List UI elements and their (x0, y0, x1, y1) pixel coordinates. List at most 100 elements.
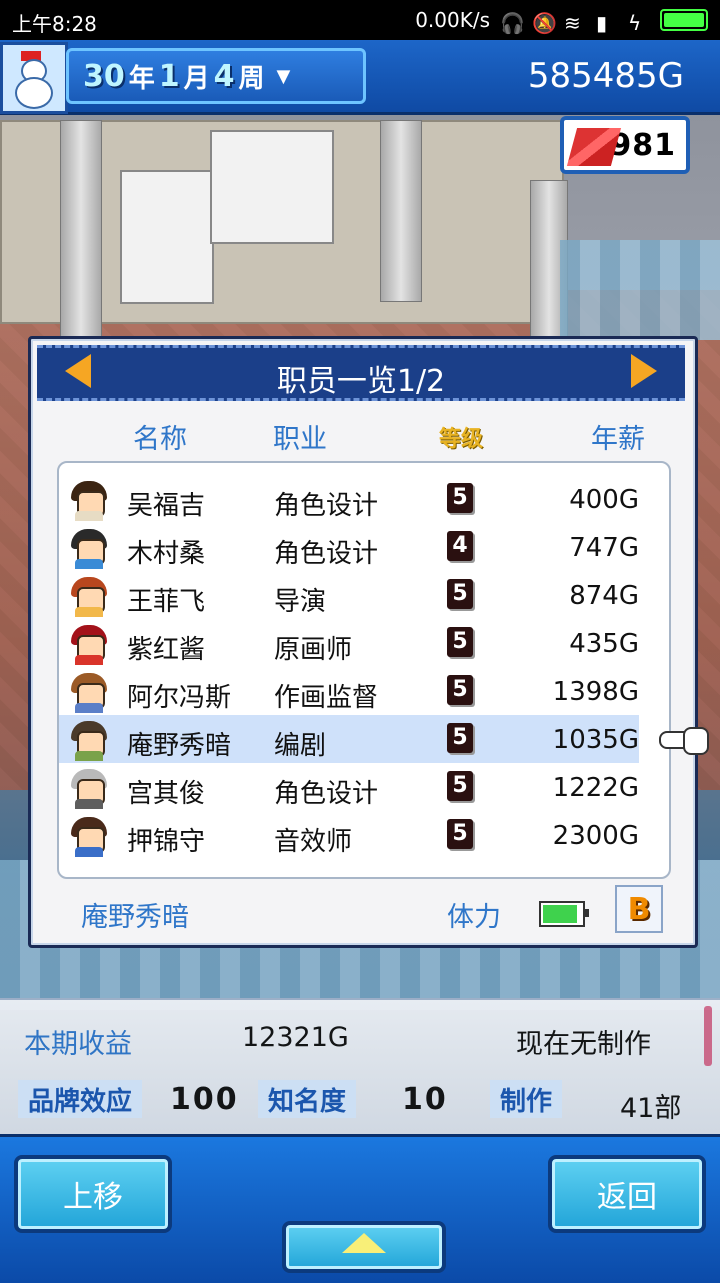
staff-name: 王菲飞 (127, 587, 206, 617)
staff-row[interactable]: 宫其俊 角色设计 5 1222G (59, 763, 639, 811)
staff-grade: 5 (447, 675, 473, 705)
staff-salary: 1035G (552, 725, 639, 755)
staff-name: 紫红酱 (127, 635, 206, 665)
staff-row[interactable]: 吴福吉 角色设计 5 400G (59, 475, 639, 523)
staff-job: 角色设计 (274, 779, 379, 809)
panel-title: 职员一览1/2 (276, 364, 446, 399)
window (560, 240, 720, 340)
year-unit: 年 (128, 63, 155, 94)
brand-label: 品牌效应 (18, 1080, 143, 1118)
staff-avatar (71, 481, 107, 521)
staff-grade: 5 (447, 723, 473, 753)
staff-row[interactable]: 押锦守 音效师 5 2300G (59, 811, 639, 859)
back-button[interactable]: 返回 (548, 1155, 706, 1233)
staff-salary: 874G (569, 581, 639, 611)
pillar (60, 120, 102, 342)
staff-row[interactable]: 庵野秀暗 编剧 5 1035G (59, 715, 709, 763)
ticket-count: 981 (610, 127, 676, 163)
staff-name: 阿尔冯斯 (127, 683, 232, 713)
signal-icon: ▮ (596, 11, 608, 35)
staff-avatar (71, 577, 107, 617)
wifi-icon: ≋ (564, 11, 581, 35)
staff-name: 吴福吉 (127, 491, 206, 521)
staff-list-panel: 职员一览1/2 名称 职业 等级 年薪 吴福吉 角色设计 5 400G 木村桑 角色设计 4… (28, 336, 709, 948)
period-income-label: 本期收益 (24, 1029, 132, 1060)
staff-job: 编剧 (274, 731, 327, 761)
month-value: 1 (158, 58, 180, 94)
status-bar: 上午8:28 0.00K/s 🎧 🔕 ≋ ▮ ϟ (0, 0, 720, 40)
staff-job: 角色设计 (274, 539, 379, 569)
year-value: 30 (83, 58, 125, 94)
staff-salary: 747G (569, 533, 639, 563)
staff-grade: 5 (447, 819, 473, 849)
bookshelf (120, 170, 214, 304)
rank-button[interactable]: B (615, 885, 663, 933)
fame-value: 10 (402, 1082, 448, 1117)
staff-list: 吴福吉 角色设计 5 400G 木村桑 角色设计 4 747G 王菲飞 导演 5 874G 紫红酱 原画师… (57, 461, 709, 879)
staff-name: 宫其俊 (127, 779, 206, 809)
month-unit: 月 (183, 63, 210, 94)
date-display[interactable]: 30 年 1 月 4 周 ▼ (66, 48, 366, 104)
staff-name: 庵野秀暗 (127, 731, 232, 761)
charging-icon: ϟ (628, 11, 642, 35)
staff-row[interactable]: 阿尔冯斯 作画监督 5 1398G (59, 667, 639, 715)
staff-name: 木村桑 (127, 539, 206, 569)
col-job[interactable]: 职业 (273, 417, 327, 456)
next-page-arrow-icon[interactable] (631, 354, 657, 388)
fame-label: 知名度 (258, 1080, 357, 1118)
selected-staff-name: 庵野秀暗 (81, 902, 189, 933)
staff-job: 作画监督 (274, 683, 379, 713)
week-value: 4 (213, 58, 235, 94)
expand-menu-button[interactable] (282, 1221, 446, 1273)
production-count: 41部 (620, 1093, 682, 1124)
status-time: 上午8:28 (12, 12, 97, 36)
battery-icon (660, 9, 708, 31)
staff-grade: 5 (447, 771, 473, 801)
stamina-fill (543, 905, 577, 923)
staff-name: 押锦守 (127, 827, 206, 857)
staff-job: 原画师 (274, 635, 353, 665)
staff-job: 音效师 (274, 827, 353, 857)
staff-row[interactable]: 王菲飞 导演 5 874G (59, 571, 639, 619)
bookshelf (210, 130, 334, 244)
staff-row[interactable]: 紫红酱 原画师 5 435G (59, 619, 639, 667)
period-income-value: 12321G (242, 1022, 349, 1053)
staff-avatar (71, 529, 107, 569)
money-display: 585485G (527, 56, 684, 96)
production-label: 制作 (490, 1080, 563, 1118)
staff-grade: 5 (447, 483, 473, 513)
staff-avatar (71, 817, 107, 857)
pointing-hand-icon (659, 723, 709, 755)
chevron-down-icon: ▼ (276, 65, 291, 87)
staff-salary: 2300G (552, 821, 639, 851)
info-scroll-indicator (704, 1006, 712, 1066)
staff-job: 导演 (274, 587, 327, 617)
season-snowman-icon[interactable] (0, 42, 68, 114)
col-grade[interactable]: 等级 (439, 421, 483, 453)
col-salary[interactable]: 年薪 (591, 417, 645, 456)
staff-avatar (71, 673, 107, 713)
arrow-up-icon (342, 1233, 386, 1253)
status-icons: 0.00K/s 🎧 🔕 ≋ ▮ ϟ (415, 8, 708, 35)
staff-salary: 400G (569, 485, 639, 515)
staff-salary: 435G (569, 629, 639, 659)
ticket-counter[interactable]: 981 (560, 116, 690, 174)
production-status: 现在无制作 (516, 1029, 651, 1060)
stamina-label: 体力 (447, 902, 501, 933)
col-name[interactable]: 名称 (133, 417, 187, 456)
pillar (380, 120, 422, 302)
staff-job: 角色设计 (274, 491, 379, 521)
staff-salary: 1222G (552, 773, 639, 803)
staff-row[interactable]: 木村桑 角色设计 4 747G (59, 523, 639, 571)
rank-letter: B (627, 891, 651, 927)
stamina-bar (539, 901, 589, 927)
staff-grade: 4 (447, 531, 473, 561)
move-up-button[interactable]: 上移 (14, 1155, 172, 1233)
headset-icon: 🎧 (500, 11, 525, 35)
staff-grade: 5 (447, 579, 473, 609)
bottom-bar: 上移 返回 (0, 1134, 720, 1283)
mute-icon: 🔕 (532, 11, 557, 35)
staff-salary: 1398G (552, 677, 639, 707)
brand-value: 100 (170, 1082, 239, 1117)
info-bar: 本期收益 12321G 现在无制作 品牌效应 100 知名度 10 制作 41部 (0, 998, 720, 1134)
